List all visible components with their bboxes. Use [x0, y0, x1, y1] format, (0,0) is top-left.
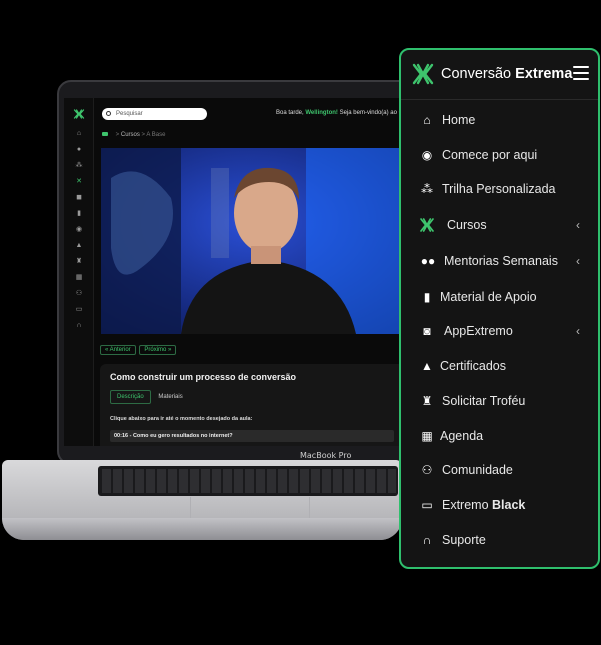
rail-calendar-icon[interactable]: ▦ — [75, 274, 83, 281]
menu-item-extremo-black[interactable]: ▭ Extremo Black — [401, 490, 598, 520]
chevron-left-icon[interactable]: ‹ — [576, 324, 580, 338]
rail-home-icon[interactable]: ⌂ — [75, 130, 83, 137]
brand-name-regular: Conversão — [441, 66, 512, 82]
rail-monitor-icon[interactable]: ▭ — [75, 306, 83, 313]
calendar-icon: ▦ — [421, 429, 433, 443]
rail-trophy-icon[interactable]: ♜ — [75, 258, 83, 265]
previous-lesson-button[interactable]: « Anterior — [100, 345, 136, 355]
menu-header: Conversão Extrema — [401, 50, 598, 100]
breadcrumb-home-icon[interactable] — [102, 132, 108, 136]
book-icon: ▮ — [423, 290, 431, 304]
menu-item-label: Agenda — [440, 429, 484, 443]
headset-icon: ∩ — [422, 533, 432, 547]
breadcrumb-separator: > — [115, 132, 120, 138]
hamburger-menu-icon[interactable] — [573, 66, 589, 80]
brand-x-icon — [420, 218, 434, 232]
menu-item-certificados[interactable]: ▲ Certificados — [401, 351, 598, 381]
brand-name: Conversão Extrema — [441, 66, 572, 82]
menu-item-label: AppExtremo — [444, 324, 513, 338]
menu-item-label-bold: Black — [492, 498, 526, 512]
menu-item-mentorias-semanais[interactable]: ●● Mentorias Semanais ‹ — [401, 246, 598, 276]
laptop-model-label: MacBook Pro — [300, 451, 352, 460]
breadcrumb-separator: > — [141, 132, 146, 138]
rail-cap-icon[interactable]: ▲ — [75, 242, 83, 249]
tab-materials[interactable]: Materiais — [152, 391, 188, 403]
greeting-name: Wellington! — [305, 110, 338, 116]
tab-description[interactable]: Descrição — [110, 390, 151, 404]
home-icon: ⌂ — [423, 113, 431, 127]
greeting-suffix: Seja bem-vindo(a) ao C — [339, 110, 403, 116]
side-menu: Conversão Extrema ⌂ Home ◉ Comece por aq… — [399, 48, 600, 569]
laptop-screen: ⌂ ● ⁂ ✕ ◼ ▮ ◉ ▲ ♜ ▦ ⚇ ▭ ∩ Pesquisar Boa … — [64, 98, 404, 446]
search-icon — [106, 111, 111, 116]
next-lesson-button[interactable]: Próximo » — [139, 345, 177, 355]
sitemap-icon: ⁂ — [421, 182, 433, 196]
menu-item-appextremo[interactable]: ◙ AppExtremo ‹ — [401, 316, 598, 346]
stage: ⌂ ● ⁂ ✕ ◼ ▮ ◉ ▲ ♜ ▦ ⚇ ▭ ∩ Pesquisar Boa … — [0, 0, 601, 645]
rail-compass-icon[interactable]: ● — [75, 146, 83, 153]
screen-search-input[interactable]: Pesquisar — [102, 108, 207, 120]
menu-item-label: Comece por aqui — [442, 148, 538, 162]
lesson-timestamp-link[interactable]: 00:16 - Como eu gero resultados no inter… — [110, 430, 394, 442]
compass-icon: ◉ — [421, 148, 433, 162]
menu-item-label: Comunidade — [442, 463, 513, 477]
menu-item-label: Cursos — [447, 218, 487, 232]
menu-item-cursos[interactable]: Cursos ‹ — [401, 210, 598, 240]
rail-book-icon[interactable]: ▮ — [75, 210, 83, 217]
menu-item-home[interactable]: ⌂ Home — [401, 105, 598, 135]
menu-item-agenda[interactable]: ▦ Agenda — [401, 421, 598, 451]
brand-logo-icon — [412, 63, 434, 85]
lesson-video-player[interactable] — [101, 148, 401, 334]
breadcrumb-courses[interactable]: Cursos — [121, 132, 140, 138]
brand-name-bold: Extrema — [515, 66, 573, 82]
rail-robot-icon[interactable]: ◉ — [75, 226, 83, 233]
rail-sitemap-icon[interactable]: ⁂ — [75, 162, 83, 169]
menu-item-label: Trilha Personalizada — [442, 182, 556, 196]
lesson-tabs: Descrição Materiais — [110, 390, 189, 404]
screen-greeting: Boa tarde, Wellington! Seja bem-vindo(a)… — [276, 110, 403, 116]
search-placeholder: Pesquisar — [116, 111, 143, 117]
menu-item-label: Material de Apoio — [440, 290, 537, 304]
rail-chat-icon[interactable]: ◼ — [75, 194, 83, 201]
breadcrumb: > Cursos > A Base — [102, 132, 165, 138]
laptop-keys — [102, 469, 396, 493]
lesson-panel: Como construir um processo de conversão … — [100, 364, 404, 446]
laptop-base-front — [2, 518, 402, 540]
menu-item-label: Certificados — [440, 359, 506, 373]
rail-headset-icon[interactable]: ∩ — [75, 322, 83, 329]
lesson-hint: Clique abaixo para ir até o momento dese… — [110, 416, 253, 422]
video-frame-image — [101, 148, 401, 334]
menu-item-solicitar-trofeu[interactable]: ♜ Solicitar Troféu — [401, 386, 598, 416]
menu-item-suporte[interactable]: ∩ Suporte — [401, 525, 598, 555]
trophy-icon: ♜ — [421, 394, 433, 408]
brand-logo-icon — [73, 109, 85, 119]
lesson-nav: « Anterior Próximo » — [100, 345, 178, 355]
breadcrumb-current: A Base — [146, 132, 166, 138]
graduation-cap-icon: ▲ — [421, 359, 433, 373]
screen-sidebar-rail: ⌂ ● ⁂ ✕ ◼ ▮ ◉ ▲ ♜ ▦ ⚇ ▭ ∩ — [64, 98, 94, 446]
menu-item-material-de-apoio[interactable]: ▮ Material de Apoio — [401, 282, 598, 312]
monitor-icon: ▭ — [421, 498, 433, 512]
robot-icon: ◙ — [423, 324, 431, 338]
menu-item-label: Suporte — [442, 533, 486, 547]
menu-item-comunidade[interactable]: ⚇ Comunidade — [401, 455, 598, 485]
chat-bubbles-icon: ●● — [420, 254, 436, 268]
rail-users-icon[interactable]: ⚇ — [75, 290, 83, 297]
menu-item-label: Mentorias Semanais — [444, 254, 558, 268]
menu-item-label-regular: Extremo — [442, 498, 489, 512]
menu-item-trilha-personalizada[interactable]: ⁂ Trilha Personalizada — [401, 174, 598, 204]
chevron-left-icon[interactable]: ‹ — [576, 254, 580, 268]
menu-item-label: Solicitar Troféu — [442, 394, 526, 408]
rail-courses-icon[interactable]: ✕ — [75, 178, 83, 185]
greeting-prefix: Boa tarde, — [276, 110, 304, 116]
menu-item-comece-por-aqui[interactable]: ◉ Comece por aqui — [401, 140, 598, 170]
chevron-left-icon[interactable]: ‹ — [576, 218, 580, 232]
menu-item-label: Home — [442, 113, 476, 127]
users-icon: ⚇ — [421, 463, 433, 477]
menu-item-label: Extremo Black — [442, 498, 525, 512]
lesson-title: Como construir um processo de conversão — [110, 372, 297, 382]
